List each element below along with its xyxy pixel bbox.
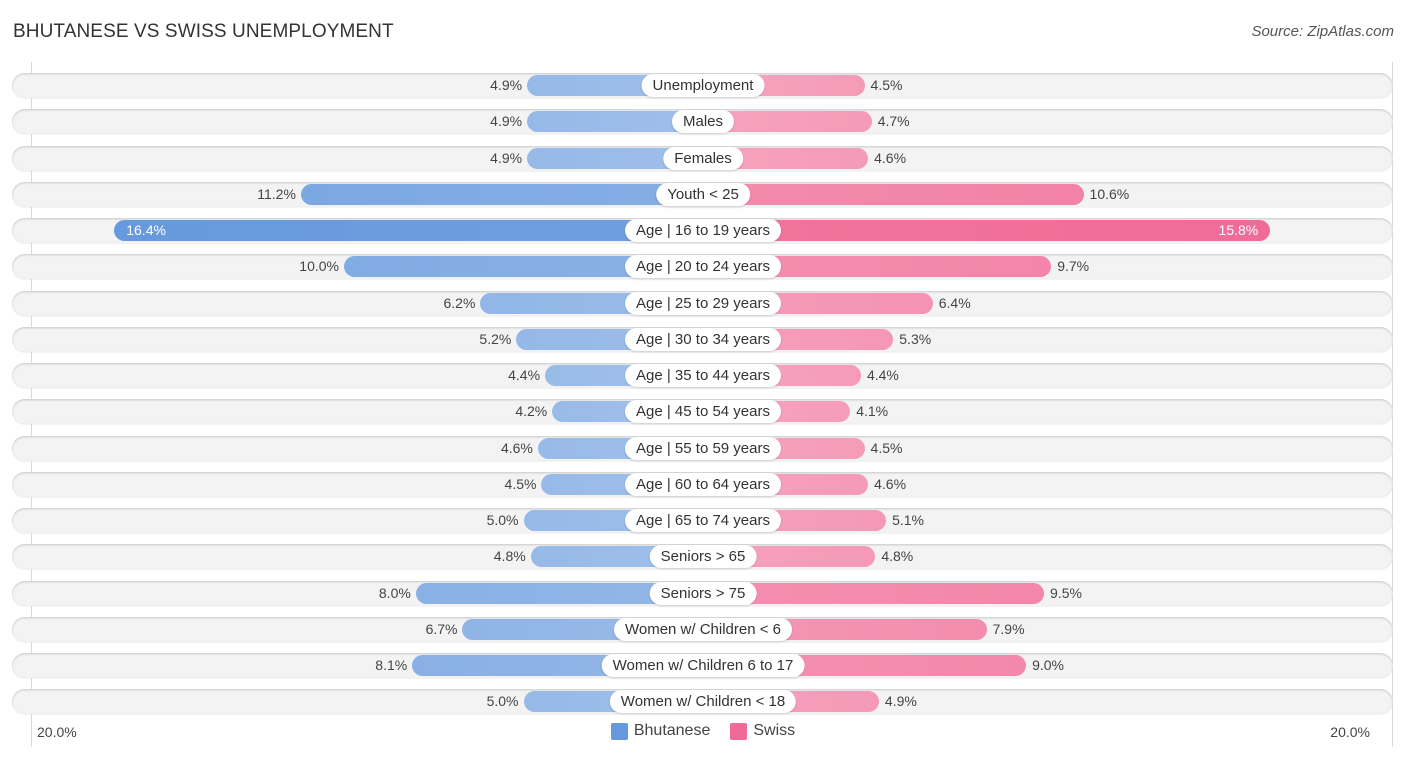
value-label-swiss: 4.9% — [884, 693, 917, 710]
value-label-swiss: 9.5% — [1050, 584, 1082, 601]
value-label-swiss: 4.7% — [877, 113, 910, 130]
value-label-swiss: 4.4% — [866, 367, 899, 383]
value-label-swiss: 6.4% — [938, 294, 971, 311]
value-label-swiss: 5.3% — [899, 330, 932, 347]
value-label-bhutanese: 5.0% — [486, 693, 519, 710]
value-label-swiss: 7.9% — [992, 620, 1025, 637]
category-label: Age | 60 to 64 years — [625, 472, 781, 496]
category-label: Females — [663, 146, 743, 170]
value-label-bhutanese: 6.2% — [443, 294, 476, 311]
bar-swiss[interactable] — [703, 220, 1271, 241]
value-label-swiss: 4.6% — [874, 149, 907, 166]
legend-item-swiss[interactable]: Swiss — [730, 722, 795, 740]
value-label-bhutanese: 11.2% — [257, 185, 296, 202]
value-label-swiss: 4.5% — [870, 77, 903, 93]
category-label: Age | 30 to 34 years — [625, 327, 781, 351]
category-label: Age | 55 to 59 years — [625, 436, 781, 460]
legend-item-bhutanese[interactable]: Bhutanese — [610, 722, 711, 740]
category-label: Age | 25 to 29 years — [625, 291, 781, 315]
category-label: Unemployment — [641, 74, 765, 97]
value-label-bhutanese: 10.0% — [299, 258, 339, 275]
value-label-bhutanese: 5.2% — [479, 330, 512, 347]
category-label: Age | 20 to 24 years — [625, 255, 781, 279]
bar-bhutanese[interactable] — [300, 183, 703, 205]
value-label-swiss: 10.6% — [1089, 185, 1130, 202]
category-label: Males — [671, 110, 735, 134]
legend-label-swiss: Swiss — [753, 722, 796, 739]
category-label: Seniors > 65 — [649, 545, 757, 569]
value-label-swiss: 4.6% — [874, 475, 907, 492]
value-label-bhutanese: 4.4% — [508, 367, 541, 383]
source-label: Source: ZipAtlas.com — [1251, 23, 1394, 40]
category-label: Age | 45 to 54 years — [625, 400, 781, 424]
category-label: Youth < 25 — [656, 182, 750, 206]
bar-swiss[interactable] — [703, 183, 1084, 205]
value-label-bhutanese: 8.0% — [378, 584, 411, 601]
bar-bhutanese[interactable] — [114, 220, 703, 241]
value-label-bhutanese: 4.9% — [490, 113, 523, 130]
value-label-bhutanese: 4.8% — [493, 548, 526, 565]
value-label-bhutanese: 16.4% — [126, 222, 166, 238]
legend-label-bhutanese: Bhutanese — [633, 722, 711, 739]
value-label-swiss: 9.0% — [1032, 657, 1065, 673]
value-label-swiss: 9.7% — [1057, 258, 1090, 275]
value-label-swiss: 15.8% — [1218, 222, 1259, 238]
axis-line-right — [1392, 62, 1393, 747]
category-label: Women w/ Children 6 to 17 — [601, 654, 805, 677]
value-label-bhutanese: 5.0% — [486, 512, 519, 528]
category-label: Women w/ Children < 18 — [609, 690, 797, 714]
value-label-swiss: 4.8% — [881, 548, 914, 565]
category-label: Seniors > 75 — [649, 581, 757, 605]
category-label: Age | 65 to 74 years — [625, 509, 781, 532]
value-label-bhutanese: 8.1% — [375, 657, 408, 673]
value-label-bhutanese: 6.7% — [425, 620, 458, 637]
legend-swatch-swiss — [730, 722, 748, 740]
chart-title: BHUTANESE VS SWISS UNEMPLOYMENT — [13, 21, 394, 42]
value-label-bhutanese: 4.6% — [500, 439, 533, 456]
category-label: Women w/ Children < 6 — [613, 617, 793, 641]
value-label-bhutanese: 4.9% — [490, 77, 523, 93]
legend: Bhutanese Swiss — [0, 722, 1406, 740]
value-label-swiss: 4.5% — [870, 439, 903, 456]
category-label: Age | 16 to 19 years — [625, 219, 781, 242]
value-label-bhutanese: 4.2% — [515, 403, 548, 420]
value-label-swiss: 4.1% — [856, 403, 889, 420]
category-label: Age | 35 to 44 years — [625, 364, 781, 387]
legend-swatch-bhutanese — [610, 722, 628, 740]
value-label-bhutanese: 4.5% — [504, 475, 537, 492]
value-label-swiss: 5.1% — [892, 512, 924, 528]
value-label-bhutanese: 4.9% — [490, 149, 523, 166]
